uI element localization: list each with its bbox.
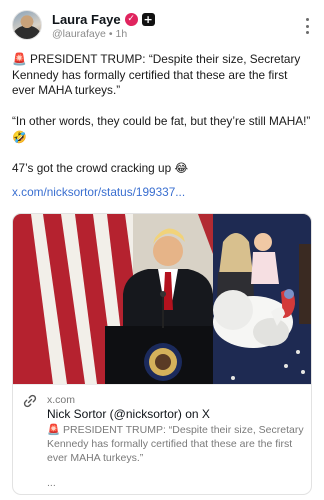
plus-icon: + [141,12,155,26]
handle-row: @laurafaye • 1h [52,28,127,40]
more-vertical-icon[interactable] [302,18,312,34]
verified-icon: ✓ [124,12,138,26]
display-name[interactable]: Laura Faye [52,12,121,27]
link-chain-icon [23,394,37,408]
handle[interactable]: @laurafaye [52,28,106,40]
card-domain: x.com [47,394,76,406]
post-paragraph: “In other words, they could be fat, but … [12,114,311,144]
card-description: 🚨 PRESIDENT TRUMP: “Despite their size, … [47,424,304,464]
post-header: Laura Faye ✓ + @laurafaye • 1h [12,10,312,42]
post-paragraph: 47’s got the crowd cracking up 😂 [12,160,189,175]
card-image[interactable] [13,214,311,384]
card-title[interactable]: Nick Sortor (@nicksortor) on X [47,407,210,421]
post-link[interactable]: x.com/nicksortor/status/199337... [12,185,185,199]
post-text: 🚨 PRESIDENT TRUMP: “Despite their size, … [12,52,312,176]
card-ellipsis: ... [47,477,56,489]
post: Laura Faye ✓ + @laurafaye • 1h 🚨 PRESIDE… [0,0,324,500]
name-row: Laura Faye ✓ + [52,11,155,27]
separator: • [108,28,113,40]
timestamp: 1h [115,28,128,40]
avatar[interactable] [12,10,42,40]
post-paragraph: 🚨 PRESIDENT TRUMP: “Despite their size, … [12,52,301,97]
card-meta: x.com Nick Sortor (@nicksortor) on X 🚨 P… [13,384,311,494]
link-card[interactable]: x.com Nick Sortor (@nicksortor) on X 🚨 P… [12,213,312,495]
